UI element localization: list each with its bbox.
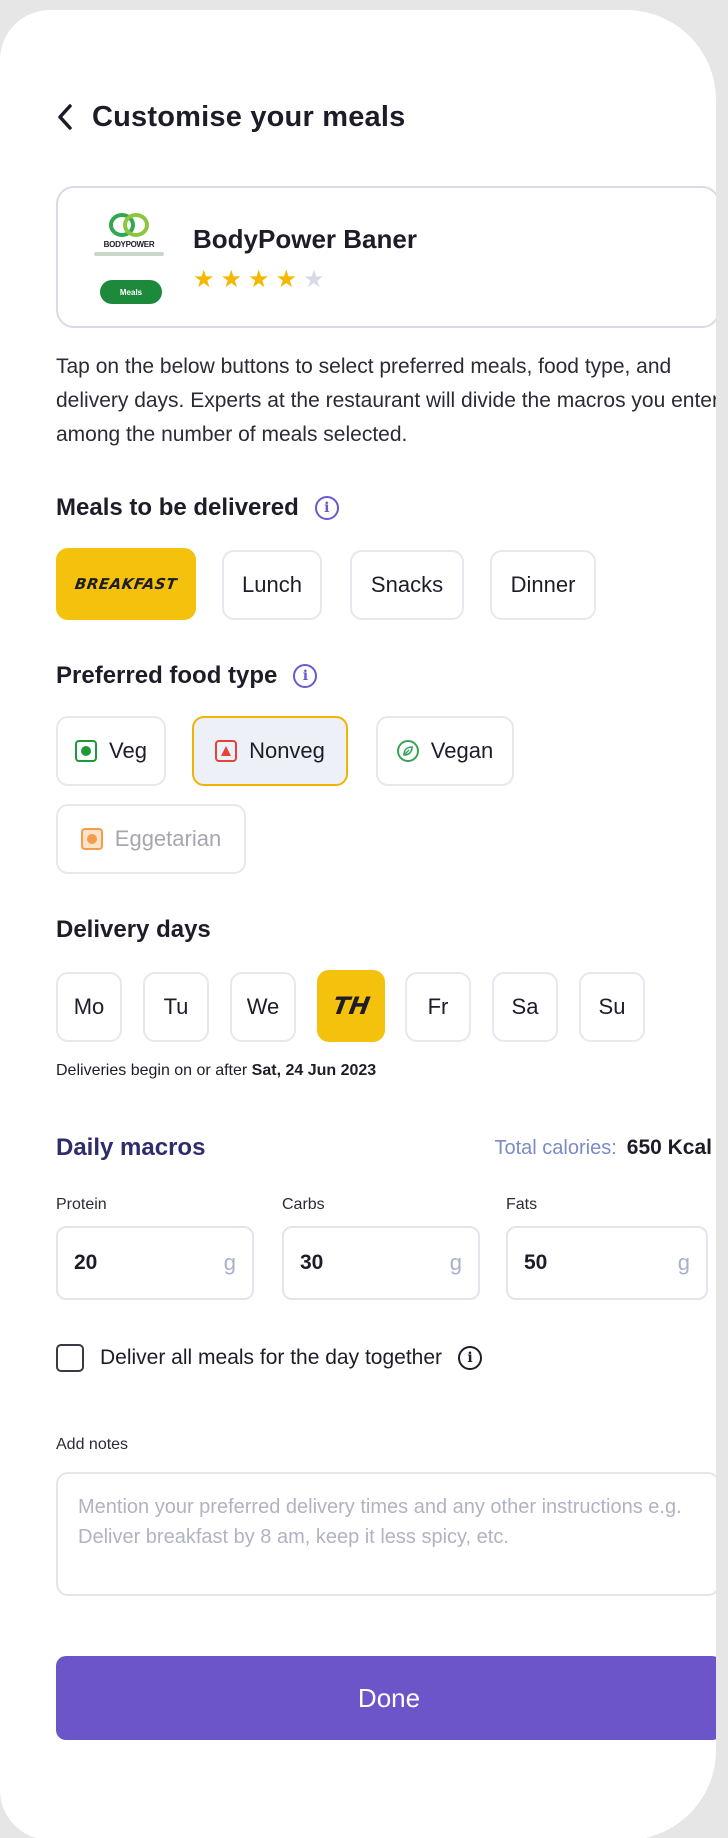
- page-title: Customise your meals: [92, 100, 406, 133]
- day-label: We: [246, 994, 280, 1019]
- restaurant-card: BODYPOWER Meals BodyPower Baner ★ ★ ★ ★ …: [56, 186, 716, 328]
- star-icon: ★: [275, 266, 298, 293]
- meal-chip-lunch[interactable]: Lunch: [222, 550, 322, 620]
- meal-chip-snacks[interactable]: Snacks: [350, 550, 464, 620]
- logo-mark-icon: [109, 213, 149, 237]
- food-type-section-title: Preferred food type i: [56, 662, 318, 690]
- food-chip-vegan[interactable]: Vegan: [376, 716, 514, 786]
- food-chip-label: Nonveg: [249, 738, 325, 763]
- star-icon: ★: [193, 266, 215, 293]
- carbs-input[interactable]: 30 g: [282, 1226, 480, 1300]
- total-calories-label: Total calories:: [494, 1137, 617, 1159]
- star-empty-icon: ★: [303, 266, 325, 293]
- instructions-text: Tap on the below buttons to select prefe…: [56, 355, 716, 446]
- fats-unit: g: [677, 1250, 690, 1275]
- fats-value: 50: [524, 1251, 548, 1274]
- fats-label: Fats: [506, 1196, 538, 1213]
- meal-chip-breakfast[interactable]: BREAKFAST: [56, 548, 196, 620]
- food-type-title: Preferred food type: [56, 662, 278, 689]
- egg-icon: [80, 828, 103, 850]
- day-chip-fr[interactable]: Fr: [405, 972, 471, 1042]
- meal-chip-label: Dinner: [510, 572, 576, 597]
- deliver-together-label: Deliver all meals for the day together: [100, 1346, 442, 1369]
- fats-input[interactable]: 50 g: [506, 1226, 708, 1300]
- notes-textarea[interactable]: Mention your preferred delivery times an…: [56, 1472, 716, 1596]
- header: Customise your meals: [56, 94, 405, 140]
- protein-label: Protein: [56, 1196, 107, 1213]
- deliver-together-row: Deliver all meals for the day together i: [56, 1344, 482, 1372]
- carbs-label: Carbs: [282, 1196, 325, 1213]
- meal-chip-label: Snacks: [370, 572, 444, 597]
- carbs-value: 30: [300, 1251, 324, 1274]
- nonveg-icon: [215, 740, 238, 762]
- meals-section-title: Meals to be delivered i: [56, 494, 339, 522]
- delivery-start-date: Sat, 24 Jun 2023: [251, 1062, 377, 1079]
- day-chip-tu[interactable]: Tu: [143, 972, 209, 1042]
- total-calories-value: 650 Kcal: [626, 1136, 712, 1159]
- total-calories: Total calories: 650 Kcal: [494, 1136, 712, 1160]
- day-label: TH: [330, 992, 372, 1020]
- info-icon[interactable]: i: [314, 496, 339, 520]
- day-label: Sa: [511, 994, 539, 1019]
- deliver-together-checkbox[interactable]: [56, 1344, 84, 1372]
- delivery-title: Delivery days: [56, 916, 211, 943]
- day-chip-su[interactable]: Su: [579, 972, 645, 1042]
- protein-input[interactable]: 20 g: [56, 1226, 254, 1300]
- leaf-icon: [396, 740, 419, 762]
- star-icon: ★: [248, 266, 270, 293]
- rating-stars: ★ ★ ★ ★ ★: [193, 268, 325, 292]
- meals-badge: Meals: [100, 280, 162, 304]
- info-icon[interactable]: i: [293, 664, 318, 688]
- delivery-section-title: Delivery days: [56, 916, 211, 944]
- logo-subtext: [94, 252, 164, 256]
- meal-chip-dinner[interactable]: Dinner: [490, 550, 596, 620]
- phone-screen: Customise your meals BODYPOWER Meals Bod…: [0, 10, 716, 1838]
- food-chip-label: Vegan: [430, 738, 494, 763]
- food-chip-eggetarian[interactable]: Eggetarian: [56, 804, 246, 874]
- food-chip-label: Eggetarian: [114, 826, 222, 851]
- protein-unit: g: [223, 1250, 236, 1275]
- day-label: Fr: [427, 994, 449, 1019]
- star-icon: ★: [220, 266, 243, 293]
- info-icon[interactable]: i: [458, 1346, 482, 1370]
- day-label: Tu: [163, 994, 189, 1019]
- food-chip-label: Veg: [109, 738, 147, 763]
- day-chip-sa[interactable]: Sa: [492, 972, 558, 1042]
- notes-placeholder: Mention your preferred delivery times an…: [78, 1496, 682, 1548]
- done-button[interactable]: Done: [56, 1656, 716, 1740]
- done-label: Done: [357, 1682, 421, 1713]
- day-label: Su: [598, 994, 626, 1019]
- back-arrow-icon[interactable]: [56, 102, 78, 132]
- meals-title: Meals to be delivered: [56, 494, 299, 521]
- day-chip-th[interactable]: TH: [317, 970, 385, 1042]
- day-chip-mo[interactable]: Mo: [56, 972, 122, 1042]
- day-chip-we[interactable]: We: [230, 972, 296, 1042]
- meal-chip-label: BREAKFAST: [73, 575, 179, 593]
- meal-chip-label: Lunch: [242, 572, 302, 597]
- food-chip-veg[interactable]: Veg: [56, 716, 166, 786]
- day-label: Mo: [73, 994, 105, 1019]
- restaurant-name: BodyPower Baner: [193, 224, 417, 254]
- restaurant-logo: BODYPOWER Meals: [88, 210, 170, 310]
- macros-title: Daily macros: [56, 1134, 206, 1161]
- food-chip-nonveg[interactable]: Nonveg: [192, 716, 348, 786]
- notes-label: Add notes: [56, 1436, 129, 1453]
- delivery-note-prefix: Deliveries begin on or after: [56, 1062, 248, 1079]
- delivery-start-note: Deliveries begin on or after Sat, 24 Jun…: [56, 1062, 376, 1080]
- protein-value: 20: [74, 1251, 98, 1274]
- veg-icon: [75, 740, 98, 762]
- carbs-unit: g: [449, 1250, 462, 1275]
- logo-text: BODYPOWER: [103, 240, 155, 249]
